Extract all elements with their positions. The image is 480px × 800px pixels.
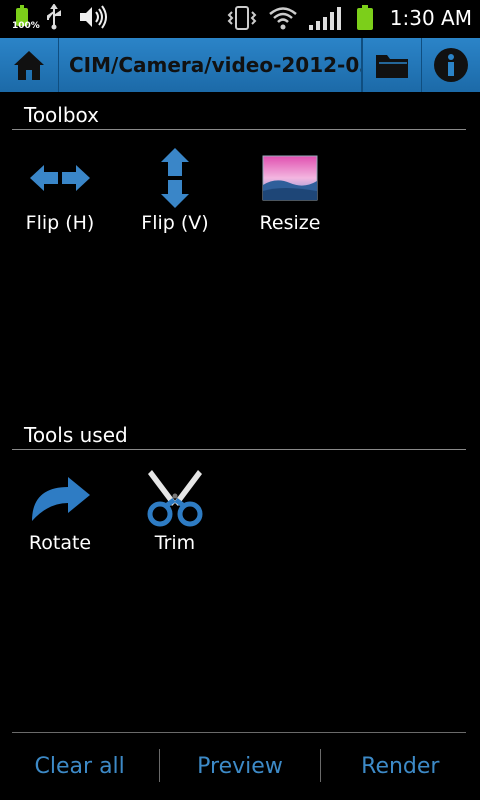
file-path: CIM/Camera/video-2012-03- — [58, 38, 362, 92]
flip-horizontal-icon — [30, 165, 90, 191]
tool-label: Rotate — [28, 532, 92, 554]
tool-label: Flip (H) — [25, 212, 95, 234]
volume-icon — [80, 5, 107, 29]
tool-flip-horizontal[interactable]: Flip (H) — [2, 146, 118, 234]
wifi-icon — [268, 7, 297, 30]
signal-icon — [308, 7, 341, 30]
title-bar: CIM/Camera/video-2012-03- — [0, 38, 480, 92]
home-icon — [14, 51, 44, 80]
info-icon — [434, 48, 468, 82]
folder-icon — [376, 55, 408, 78]
tool-label: Trim — [154, 532, 196, 554]
usb-icon — [47, 4, 61, 30]
open-folder-button[interactable] — [362, 38, 421, 92]
tools-used-divider — [12, 449, 466, 450]
tool-label: Resize — [259, 212, 321, 234]
rotate-icon — [32, 477, 90, 521]
toolbox-divider — [12, 129, 466, 130]
resize-image-icon — [262, 155, 318, 201]
flip-vertical-icon — [161, 148, 189, 208]
file-path-text: CIM/Camera/video-2012-03- — [69, 53, 362, 77]
vibrate-icon — [227, 6, 257, 30]
tool-resize[interactable]: Resize — [232, 146, 348, 234]
home-button[interactable] — [0, 38, 58, 92]
battery-full-icon: 100% — [12, 5, 40, 31]
tool-flip-vertical[interactable]: Flip (V) — [117, 146, 233, 234]
bottom-action-bar: Clear all Preview Render — [0, 733, 480, 800]
clear-all-button[interactable]: Clear all — [0, 733, 159, 800]
toolbox-title: Toolbox — [24, 103, 99, 127]
tools-used-title: Tools used — [24, 423, 128, 447]
clock: 1:30 AM — [389, 6, 472, 30]
status-bar: 100% 1:30 AM — [0, 0, 480, 38]
tool-trim[interactable]: Trim — [117, 466, 233, 554]
battery-percent: 100% — [12, 21, 40, 31]
tool-rotate[interactable]: Rotate — [2, 466, 118, 554]
scissors-icon — [147, 470, 203, 527]
render-button[interactable]: Render — [321, 733, 480, 800]
tool-label: Flip (V) — [141, 212, 209, 234]
battery-icon — [356, 5, 373, 30]
preview-button[interactable]: Preview — [160, 733, 319, 800]
info-button[interactable] — [421, 38, 480, 92]
